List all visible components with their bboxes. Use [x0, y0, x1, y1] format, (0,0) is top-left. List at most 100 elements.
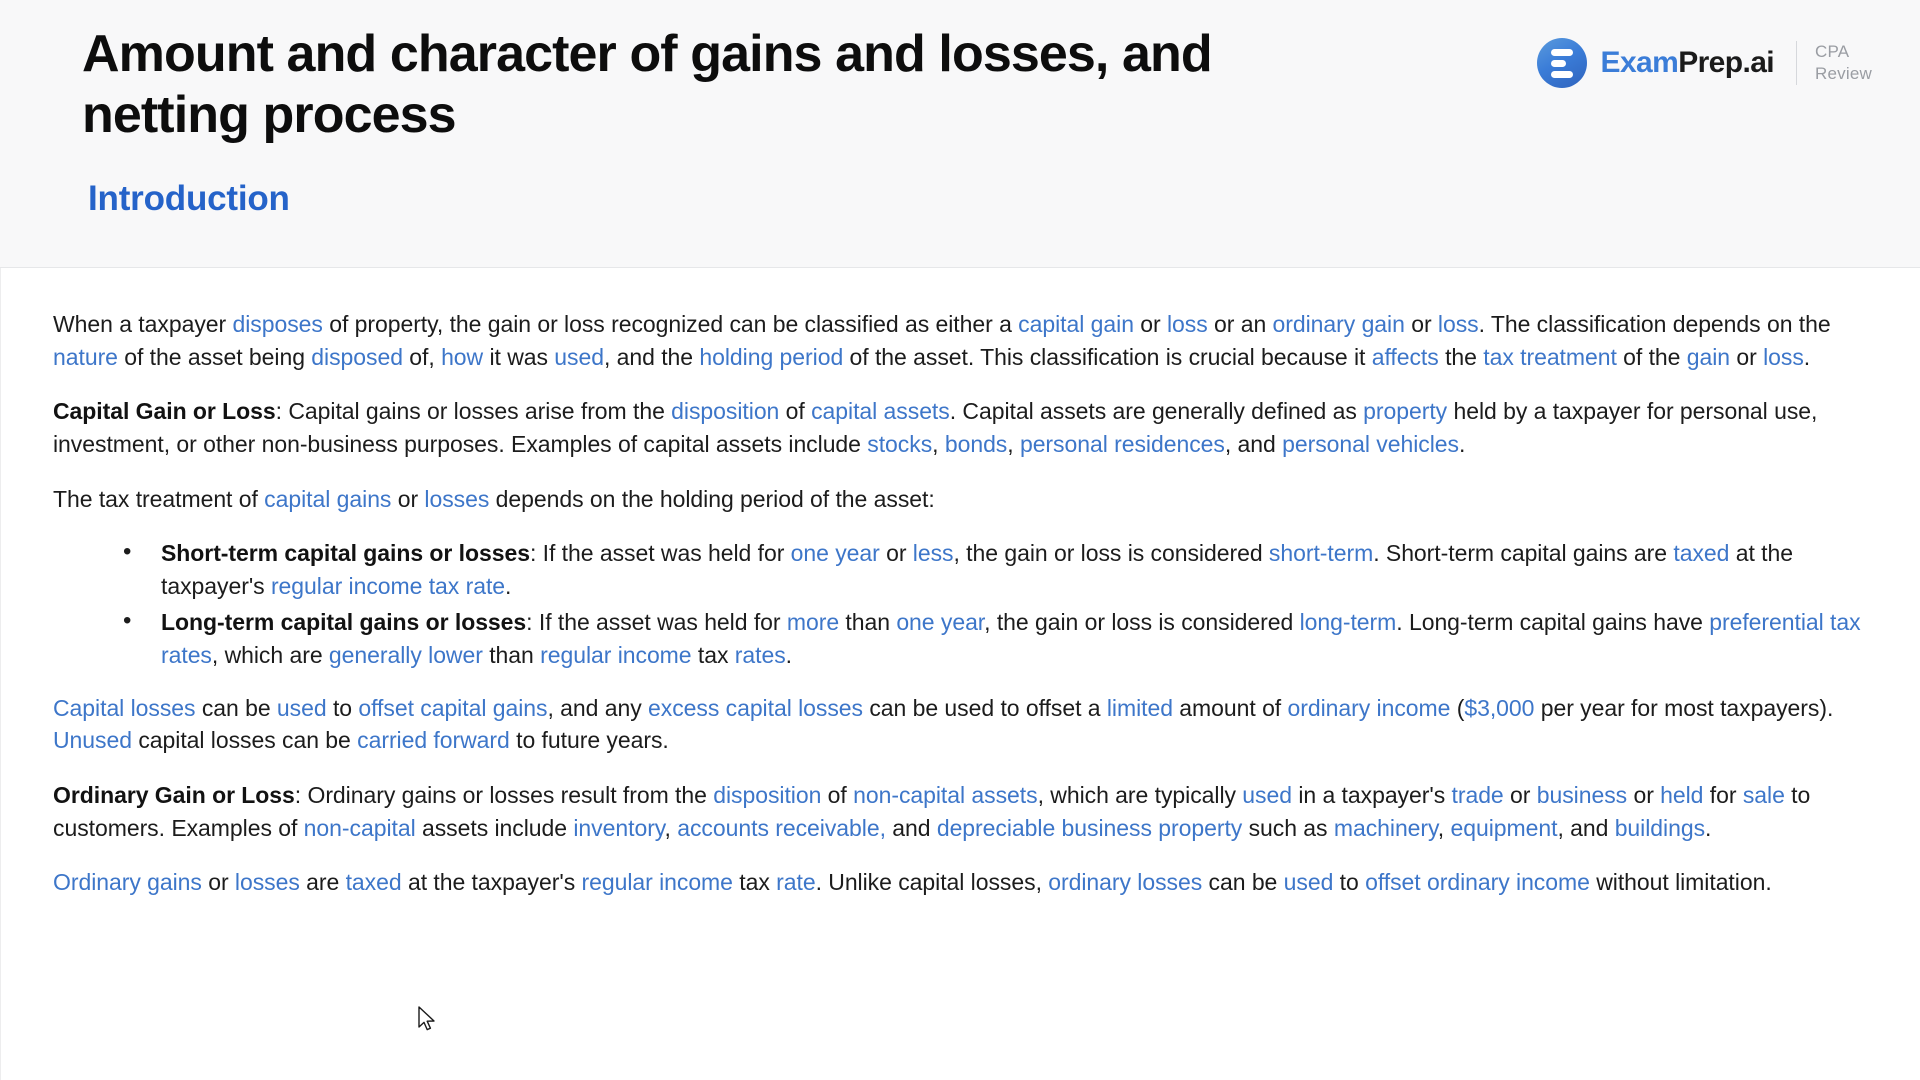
inline-text: or — [201, 869, 235, 896]
inline-link[interactable]: holding period — [699, 344, 843, 370]
inline-link[interactable]: machinery — [1334, 815, 1438, 841]
inline-link[interactable]: short-term — [1269, 540, 1373, 566]
inline-text: , the gain or loss is considered — [953, 540, 1269, 567]
inline-link[interactable]: excess capital losses — [648, 695, 863, 721]
page-root: Amount and character of gains and losses… — [0, 0, 1920, 1080]
inline-link[interactable]: disposition — [713, 782, 821, 808]
inline-text: to — [326, 694, 359, 721]
inline-text: can be — [1202, 869, 1284, 896]
inline-link[interactable]: taxed — [346, 869, 402, 895]
title-block: Amount and character of gains and losses… — [82, 24, 1282, 219]
inline-link[interactable]: loss — [1763, 344, 1804, 370]
inline-link[interactable]: regular income tax rate — [271, 573, 505, 599]
inline-link[interactable]: loss — [1167, 311, 1208, 337]
brand-logo[interactable]: ExamPrep.ai CPA Review — [1536, 38, 1872, 88]
inline-text: depends on the holding period of the ass… — [489, 485, 935, 512]
inline-text: can be used to offset a — [863, 694, 1107, 721]
inline-text: : If the asset was held for — [529, 540, 791, 567]
inline-text: for — [1703, 782, 1743, 809]
inline-link[interactable]: personal vehicles — [1282, 431, 1459, 457]
inline-link[interactable]: losses — [424, 486, 489, 512]
inline-link[interactable]: nature — [53, 344, 118, 370]
inline-text: or — [1503, 782, 1537, 809]
inline-link[interactable]: capital gain — [1018, 311, 1134, 337]
inline-link[interactable]: regular income — [581, 869, 732, 895]
inline-link[interactable]: Capital losses — [53, 695, 196, 721]
inline-link[interactable]: regular income — [540, 642, 691, 668]
inline-text: . The classification depends on the — [1478, 311, 1831, 337]
inline-link[interactable]: held — [1660, 782, 1703, 808]
inline-link[interactable]: inventory — [573, 815, 664, 841]
inline-link[interactable]: ordinary losses — [1048, 869, 1202, 895]
inline-link[interactable]: capital assets — [811, 398, 950, 424]
inline-text: of the — [1616, 343, 1687, 370]
inline-link[interactable]: non-capital assets — [853, 782, 1038, 808]
inline-text: in a taxpayer's — [1291, 782, 1452, 809]
inline-link[interactable]: equipment — [1450, 815, 1557, 841]
inline-link[interactable]: Unused — [53, 727, 132, 753]
inline-link[interactable]: disposition — [671, 398, 779, 424]
inline-link[interactable]: used — [554, 344, 604, 370]
inline-link[interactable]: accounts receivable, — [677, 815, 886, 841]
inline-link[interactable]: one year — [791, 540, 880, 566]
inline-text: or — [1730, 343, 1764, 370]
inline-link[interactable]: offset capital gains — [358, 695, 547, 721]
inline-link[interactable]: depreciable business property — [937, 815, 1242, 841]
inline-link[interactable]: stocks — [867, 431, 932, 457]
inline-text: , — [1007, 430, 1020, 457]
inline-link[interactable]: used — [1284, 869, 1334, 895]
inline-term: Capital Gain or Loss — [53, 398, 276, 425]
inline-link[interactable]: carried forward — [357, 727, 510, 753]
inline-text: of the asset. This classification is cru… — [843, 343, 1372, 370]
inline-text: are — [299, 869, 346, 896]
inline-text: : Ordinary gains or losses result from t… — [294, 782, 714, 809]
inline-link[interactable]: used — [1242, 782, 1292, 808]
inline-link[interactable]: rate — [776, 869, 815, 895]
inline-link[interactable]: loss — [1438, 311, 1479, 337]
logo-bar-middle — [1550, 59, 1566, 67]
inline-text: of, — [402, 343, 442, 370]
inline-link[interactable]: long-term — [1300, 609, 1397, 635]
inline-text: of the asset being — [117, 343, 312, 370]
inline-link[interactable]: losses — [235, 869, 300, 895]
inline-link[interactable]: non-capital — [304, 815, 416, 841]
inline-link[interactable]: trade — [1452, 782, 1504, 808]
inline-link[interactable]: affects — [1372, 344, 1439, 370]
inline-text: than — [482, 641, 541, 668]
inline-link[interactable]: generally lower — [329, 642, 483, 668]
inline-link[interactable]: ordinary income — [1288, 695, 1451, 721]
brand-sub-line-2: Review — [1815, 64, 1872, 83]
inline-link[interactable]: capital gains — [264, 486, 391, 512]
inline-link[interactable]: Ordinary gains — [53, 869, 202, 895]
inline-text: : Capital gains or losses arise from the — [275, 398, 672, 425]
inline-link[interactable]: bonds — [945, 431, 1007, 457]
paragraph-capital-losses: Capital losses can be used to offset cap… — [53, 692, 1876, 757]
inline-text: tax — [732, 869, 777, 896]
inline-link[interactable]: how — [441, 344, 483, 370]
inline-link[interactable]: rates — [735, 642, 786, 668]
inline-link[interactable]: disposed — [311, 344, 403, 370]
inline-link[interactable]: tax treatment — [1483, 344, 1617, 370]
inline-link[interactable]: $3,000 — [1464, 695, 1534, 721]
inline-link[interactable]: disposes — [232, 311, 322, 337]
inline-link[interactable]: one year — [896, 609, 984, 635]
inline-link[interactable]: offset ordinary income — [1365, 869, 1590, 895]
inline-link[interactable]: less — [913, 540, 954, 566]
inline-link[interactable]: buildings — [1615, 815, 1705, 841]
inline-link[interactable]: property — [1363, 398, 1447, 424]
inline-link[interactable]: used — [277, 695, 327, 721]
inline-text: , and any — [547, 694, 648, 721]
inline-link[interactable]: personal residences — [1020, 431, 1225, 457]
inline-link[interactable]: business — [1537, 782, 1627, 808]
inline-link[interactable]: ordinary gain — [1273, 311, 1405, 337]
inline-link[interactable]: limited — [1107, 695, 1173, 721]
inline-text: , — [932, 430, 945, 457]
inline-text: at the taxpayer's — [401, 869, 582, 896]
inline-text: or an — [1207, 311, 1273, 337]
inline-link[interactable]: gain — [1687, 344, 1730, 370]
inline-term: Short-term capital gains or losses — [161, 540, 530, 567]
inline-text: : If the asset was held for — [526, 608, 787, 635]
inline-link[interactable]: taxed — [1673, 540, 1729, 566]
inline-link[interactable]: sale — [1743, 782, 1785, 808]
inline-link[interactable]: more — [787, 609, 839, 635]
